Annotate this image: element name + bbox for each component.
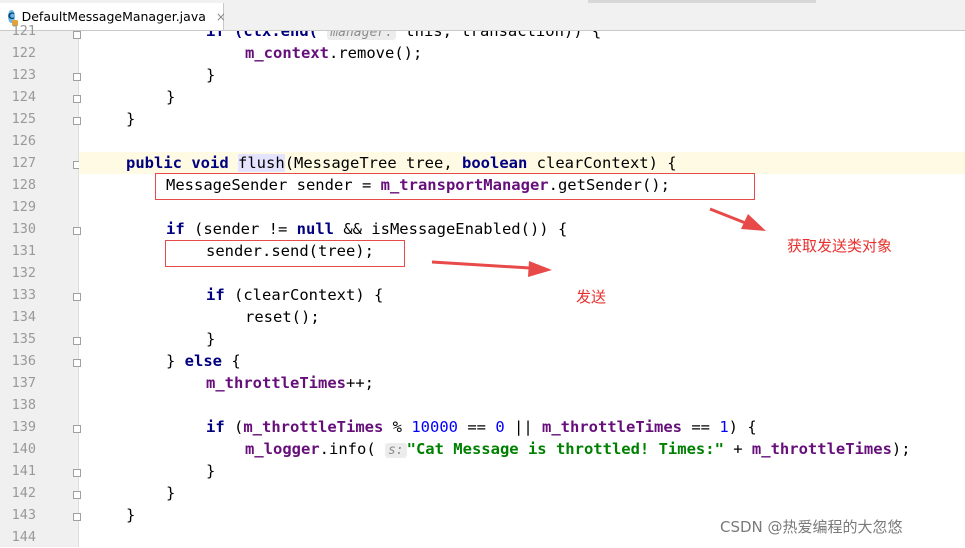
arrow-get-sender-icon bbox=[709, 207, 766, 231]
csdn-watermark: CSDN @热爱编程的大忽悠 bbox=[720, 518, 903, 536]
arrow-send-icon bbox=[431, 260, 552, 277]
annotation-arrows bbox=[431, 207, 766, 277]
annotation-get-sender: 获取发送类对象 bbox=[787, 237, 893, 255]
annotation-send: 发送 bbox=[576, 288, 607, 306]
